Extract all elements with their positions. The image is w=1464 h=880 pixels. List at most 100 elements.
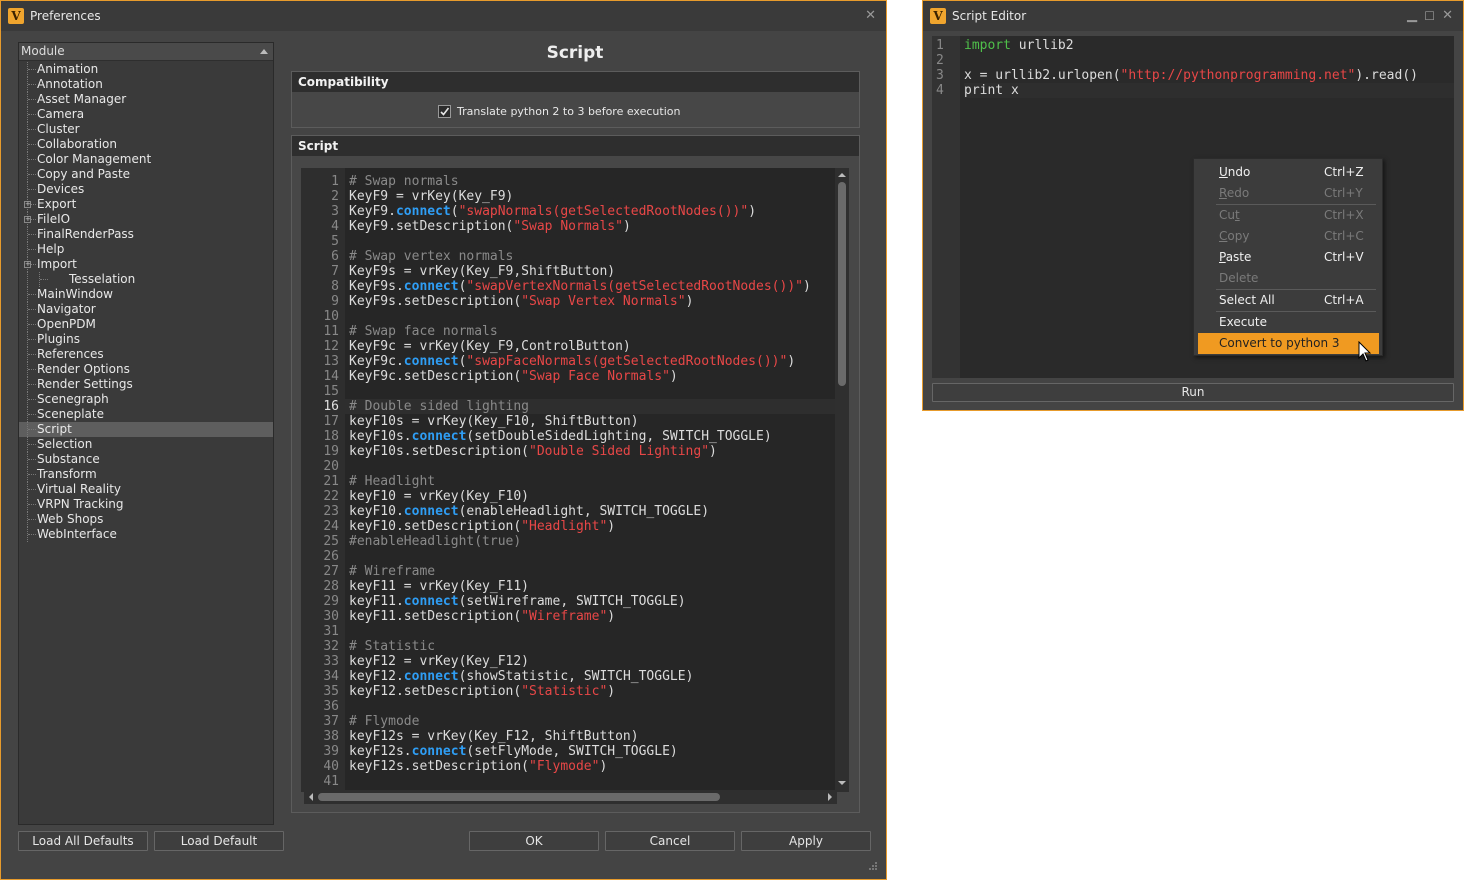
- load-default-button[interactable]: Load Default: [154, 831, 284, 851]
- cancel-button[interactable]: Cancel: [605, 831, 735, 851]
- code-line[interactable]: keyF10.connect(enableHeadlight, SWITCH_T…: [345, 504, 835, 519]
- module-item-substance[interactable]: Substance: [19, 452, 273, 467]
- code-line[interactable]: keyF12s.setDescription("Flymode"): [345, 759, 835, 774]
- code-line[interactable]: # Wireframe: [345, 564, 835, 579]
- ok-button[interactable]: OK: [469, 831, 599, 851]
- code-line[interactable]: # Headlight: [345, 474, 835, 489]
- menu-item-execute[interactable]: Execute: [1195, 312, 1382, 333]
- module-item-help[interactable]: Help: [19, 242, 273, 257]
- code-line[interactable]: keyF12 = vrKey(Key_F12): [345, 654, 835, 669]
- module-tree-header[interactable]: Module: [19, 43, 273, 61]
- module-item-sceneplate[interactable]: Sceneplate: [19, 407, 273, 422]
- code-line[interactable]: [964, 53, 1454, 68]
- module-item-navigator[interactable]: Navigator: [19, 302, 273, 317]
- code-line[interactable]: keyF12s.connect(setFlyMode, SWITCH_TOGGL…: [345, 744, 835, 759]
- code-area[interactable]: # Swap normals KeyF9 = vrKey(Key_F9) KeyF9…: [345, 168, 835, 789]
- code-line[interactable]: KeyF9c = vrKey(Key_F9,ControlButton): [345, 339, 835, 354]
- code-line[interactable]: [345, 549, 835, 564]
- menu-item-select-all[interactable]: Select All Ctrl+A: [1195, 290, 1382, 311]
- expand-icon[interactable]: +: [24, 201, 31, 208]
- close-icon[interactable]: ✕: [865, 9, 876, 23]
- code-line[interactable]: KeyF9s = vrKey(Key_F9,ShiftButton): [345, 264, 835, 279]
- code-line[interactable]: keyF12.setDescription("Statistic"): [345, 684, 835, 699]
- module-item-animation[interactable]: Animation: [19, 62, 273, 77]
- script-code-editor[interactable]: 1 2 3 4 5 6 7 8 9 10 11 12 13 14 15 16 17 18 19 20 21 22 23 24 2…: [301, 168, 849, 792]
- resize-grip-icon[interactable]: [868, 861, 878, 871]
- preferences-titlebar[interactable]: V Preferences ✕: [1, 1, 886, 31]
- code-line[interactable]: import urllib2: [964, 38, 1454, 53]
- menu-item-paste[interactable]: Paste Ctrl+V: [1195, 247, 1382, 268]
- horizontal-scrollbar[interactable]: [304, 790, 837, 804]
- module-item-import[interactable]: + Import: [19, 257, 273, 272]
- code-line[interactable]: KeyF9.setDescription("Swap Normals"): [345, 219, 835, 234]
- code-line[interactable]: keyF12.connect(showStatistic, SWITCH_TOG…: [345, 669, 835, 684]
- module-item-transform[interactable]: Transform: [19, 467, 273, 482]
- code-line[interactable]: # Swap normals: [345, 174, 835, 189]
- module-item-finalrenderpass[interactable]: FinalRenderPass: [19, 227, 273, 242]
- menu-item-delete[interactable]: Delete: [1195, 268, 1382, 289]
- module-item-webinterface[interactable]: WebInterface: [19, 527, 273, 542]
- translate-checkbox[interactable]: [438, 105, 451, 118]
- module-item-virtual-reality[interactable]: Virtual Reality: [19, 482, 273, 497]
- code-line[interactable]: keyF11 = vrKey(Key_F11): [345, 579, 835, 594]
- menu-item-cut[interactable]: Cut Ctrl+X: [1195, 205, 1382, 226]
- menu-item-convert-to-python-3[interactable]: Convert to python 3: [1198, 333, 1379, 354]
- menu-item-copy[interactable]: Copy Ctrl+C: [1195, 226, 1382, 247]
- close-icon[interactable]: ✕: [1442, 9, 1453, 23]
- module-item-scenegraph[interactable]: Scenegraph: [19, 392, 273, 407]
- module-item-copy-and-paste[interactable]: Copy and Paste: [19, 167, 273, 182]
- translate-option[interactable]: Translate python 2 to 3 before execution: [438, 105, 680, 118]
- code-line[interactable]: KeyF9.connect("swapNormals(getSelectedRo…: [345, 204, 835, 219]
- scroll-down-icon[interactable]: [835, 778, 849, 788]
- code-line[interactable]: #enableHeadlight(true): [345, 534, 835, 549]
- code-line[interactable]: [345, 309, 835, 324]
- code-line[interactable]: keyF10s.setDescription("Double Sided Lig…: [345, 444, 835, 459]
- code-line[interactable]: x = urllib2.urlopen("http://pythonprogra…: [964, 68, 1454, 83]
- code-line[interactable]: keyF11.setDescription("Wireframe"): [345, 609, 835, 624]
- run-button[interactable]: Run: [932, 383, 1454, 402]
- module-item-annotation[interactable]: Annotation: [19, 77, 273, 92]
- code-line[interactable]: # Swap face normals: [345, 324, 835, 339]
- module-item-fileio[interactable]: + FileIO: [19, 212, 273, 227]
- editor-code[interactable]: import urllib2 x = urllib2.urlopen("http:…: [960, 36, 1454, 98]
- code-line[interactable]: keyF10.setDescription("Headlight"): [345, 519, 835, 534]
- code-line[interactable]: KeyF9 = vrKey(Key_F9): [345, 189, 835, 204]
- code-line[interactable]: # Double sided lighting: [345, 399, 835, 414]
- module-item-export[interactable]: + Export: [19, 197, 273, 212]
- module-item-vrpn-tracking[interactable]: VRPN Tracking: [19, 497, 273, 512]
- module-item-devices[interactable]: Devices: [19, 182, 273, 197]
- code-line[interactable]: [345, 699, 835, 714]
- expand-icon[interactable]: +: [24, 216, 31, 223]
- horizontal-scroll-thumb[interactable]: [318, 793, 720, 801]
- code-line[interactable]: KeyF9s.connect("swapVertexNormals(getSel…: [345, 279, 835, 294]
- load-all-defaults-button[interactable]: Load All Defaults: [18, 831, 148, 851]
- module-item-render-options[interactable]: Render Options: [19, 362, 273, 377]
- module-item-web-shops[interactable]: Web Shops: [19, 512, 273, 527]
- code-line[interactable]: keyF11.connect(setWireframe, SWITCH_TOGG…: [345, 594, 835, 609]
- module-item-color-management[interactable]: Color Management: [19, 152, 273, 167]
- code-line[interactable]: [345, 384, 835, 399]
- module-item-collaboration[interactable]: Collaboration: [19, 137, 273, 152]
- module-item-camera[interactable]: Camera: [19, 107, 273, 122]
- module-item-cluster[interactable]: Cluster: [19, 122, 273, 137]
- vertical-scroll-thumb[interactable]: [838, 182, 846, 386]
- code-line[interactable]: KeyF9c.connect("swapFaceNormals(getSelec…: [345, 354, 835, 369]
- code-line[interactable]: [345, 234, 835, 249]
- menu-item-undo[interactable]: Undo Ctrl+Z: [1195, 162, 1382, 183]
- module-item-plugins[interactable]: Plugins: [19, 332, 273, 347]
- apply-button[interactable]: Apply: [741, 831, 871, 851]
- minimize-icon[interactable]: ▁: [1407, 9, 1417, 23]
- module-item-render-settings[interactable]: Render Settings: [19, 377, 273, 392]
- code-line[interactable]: KeyF9s.setDescription("Swap Vertex Norma…: [345, 294, 835, 309]
- menu-item-redo[interactable]: Redo Ctrl+Y: [1195, 183, 1382, 204]
- scroll-left-icon[interactable]: [306, 790, 316, 804]
- sort-up-icon[interactable]: [260, 49, 268, 54]
- module-item-script[interactable]: Script: [19, 422, 273, 437]
- code-line[interactable]: [345, 774, 835, 789]
- code-line[interactable]: KeyF9c.setDescription("Swap Face Normals…: [345, 369, 835, 384]
- scroll-right-icon[interactable]: [825, 790, 835, 804]
- maximize-icon[interactable]: ☐: [1424, 9, 1435, 23]
- code-line[interactable]: keyF10s = vrKey(Key_F10, ShiftButton): [345, 414, 835, 429]
- vertical-scrollbar[interactable]: [835, 168, 849, 792]
- expand-icon[interactable]: +: [24, 261, 31, 268]
